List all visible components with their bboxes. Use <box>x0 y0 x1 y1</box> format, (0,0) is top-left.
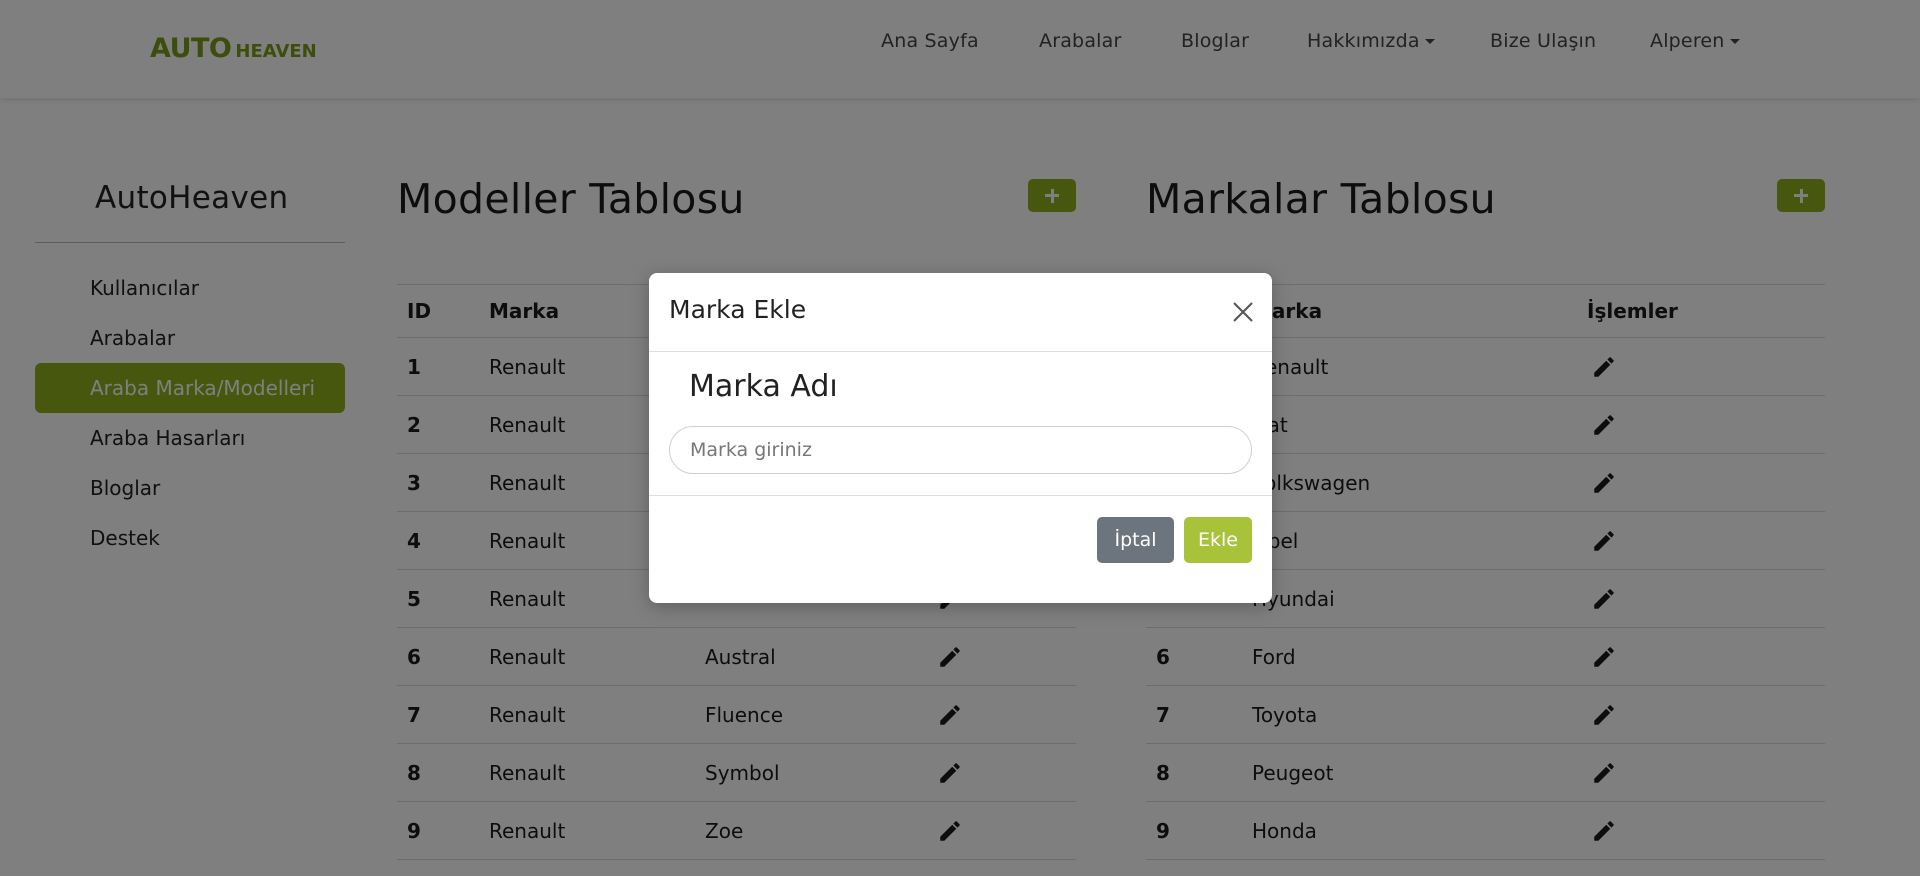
add-button[interactable]: Ekle <box>1184 517 1252 563</box>
modal-title: Marka Ekle <box>669 295 807 324</box>
brand-name-input[interactable] <box>669 426 1252 474</box>
cancel-button[interactable]: İptal <box>1097 517 1174 563</box>
brand-name-label: Marka Adı <box>689 369 838 404</box>
close-icon[interactable] <box>1228 297 1258 327</box>
modal-footer: İptal Ekle <box>649 495 1272 604</box>
add-brand-modal: Marka Ekle Marka Adı İptal Ekle <box>649 273 1272 603</box>
modal-header: Marka Ekle <box>649 273 1272 352</box>
